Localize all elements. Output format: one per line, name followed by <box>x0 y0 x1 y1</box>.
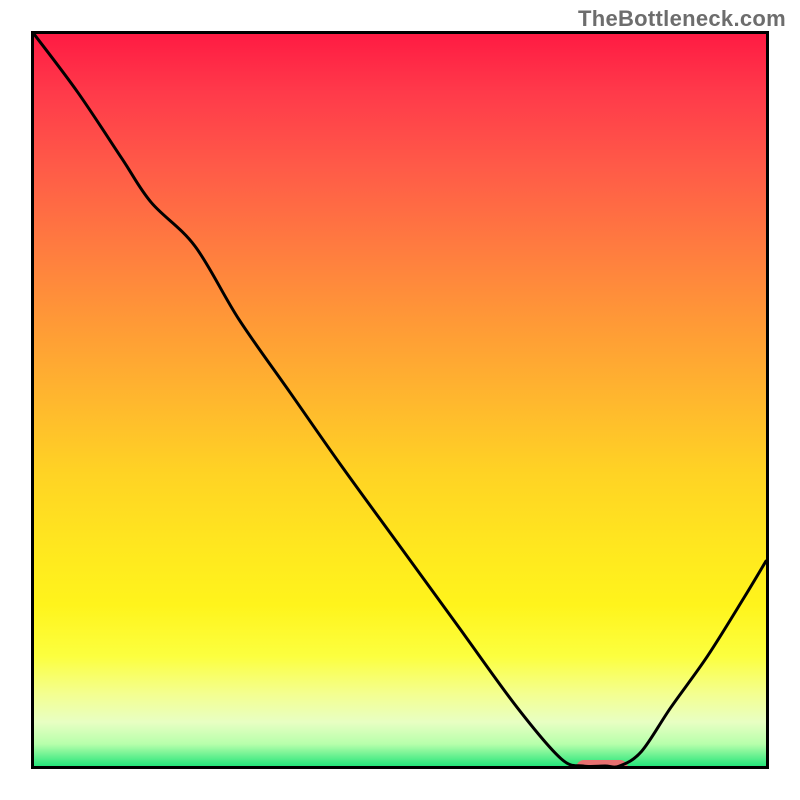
chart-plot-area <box>31 31 769 769</box>
watermark-text: TheBottleneck.com <box>578 6 786 32</box>
chart-curve-svg <box>34 34 766 766</box>
bottleneck-curve-path <box>34 34 766 766</box>
